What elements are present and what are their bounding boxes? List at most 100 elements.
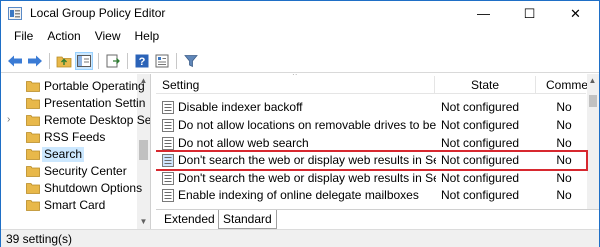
menu-view[interactable]: View bbox=[88, 26, 128, 47]
tree-item[interactable]: Shutdown Options bbox=[1, 180, 142, 197]
folder-icon bbox=[26, 166, 40, 177]
properties-icon bbox=[155, 54, 169, 68]
back-icon bbox=[8, 55, 22, 67]
toolbar-separator bbox=[98, 53, 99, 69]
setting-comment: No bbox=[556, 153, 572, 167]
setting-state: Not configured bbox=[441, 136, 520, 150]
tree-pane: ▲ ▼ Portable Operating Presentation Setti… bbox=[1, 74, 151, 229]
setting-name: Disable indexer backoff bbox=[178, 100, 303, 114]
toolbar-separator bbox=[176, 53, 177, 69]
maximize-icon: ☐ bbox=[523, 5, 536, 21]
column-divider[interactable] bbox=[535, 76, 536, 93]
menu-help[interactable]: Help bbox=[128, 26, 167, 47]
column-divider[interactable] bbox=[434, 76, 435, 93]
export-list-icon bbox=[106, 54, 120, 68]
tree-item-label: Smart Card bbox=[44, 198, 106, 212]
tab-extended[interactable]: Extended bbox=[160, 210, 219, 229]
policy-setting-icon bbox=[162, 189, 174, 202]
setting-state: Not configured bbox=[441, 188, 520, 202]
folder-icon bbox=[26, 81, 40, 92]
maximize-button[interactable]: ☐ bbox=[507, 1, 552, 26]
back-button[interactable] bbox=[6, 52, 24, 70]
export-list-button[interactable] bbox=[104, 52, 122, 70]
properties-button[interactable] bbox=[153, 52, 171, 70]
policy-setting-icon bbox=[162, 119, 174, 132]
help-button[interactable]: ? bbox=[133, 52, 151, 70]
forward-button[interactable] bbox=[26, 52, 44, 70]
setting-name: Do not allow locations on removable driv… bbox=[178, 118, 436, 132]
view-tabs: Extended Standard bbox=[156, 209, 599, 229]
list-scrollbar[interactable]: ▲ bbox=[587, 74, 599, 209]
table-row[interactable]: Do not allow locations on removable driv… bbox=[156, 117, 586, 134]
folder-icon bbox=[26, 115, 40, 126]
menu-file[interactable]: File bbox=[7, 26, 40, 47]
show-hide-tree-icon bbox=[77, 55, 91, 67]
tree-item-label: Remote Desktop Se bbox=[44, 113, 151, 127]
up-folder-button[interactable] bbox=[55, 52, 73, 70]
table-row[interactable]: Don't search the web or display web resu… bbox=[156, 170, 586, 187]
folder-icon bbox=[26, 132, 40, 143]
column-header-state[interactable]: State bbox=[465, 74, 535, 94]
tree-scroll-thumb[interactable] bbox=[139, 140, 148, 160]
toolbar-separator bbox=[49, 53, 50, 69]
scroll-down-arrow-icon[interactable]: ▼ bbox=[139, 217, 148, 227]
scroll-up-arrow-icon[interactable]: ▲ bbox=[588, 76, 597, 86]
tree-item[interactable]: Portable Operating bbox=[1, 78, 145, 95]
show-hide-tree-button[interactable] bbox=[75, 52, 93, 70]
table-row[interactable]: Disable indexer backoff Not configured No bbox=[156, 99, 586, 116]
table-row[interactable]: Enable indexing of online delegate mailb… bbox=[156, 187, 586, 204]
setting-name: Don't search the web or display web resu… bbox=[178, 153, 436, 167]
close-button[interactable]: ✕ bbox=[553, 1, 598, 26]
folder-icon bbox=[26, 183, 40, 194]
window-title: Local Group Policy Editor bbox=[30, 6, 166, 20]
setting-state: Not configured bbox=[441, 100, 520, 114]
status-bar: 39 setting(s) bbox=[1, 229, 599, 247]
folder-icon bbox=[26, 98, 40, 109]
tree-item[interactable]: Search bbox=[1, 146, 137, 163]
column-header-comment[interactable]: Comment bbox=[540, 74, 598, 94]
column-header-setting[interactable]: Setting bbox=[156, 74, 434, 94]
filter-icon bbox=[184, 55, 198, 68]
title-bar: Local Group Policy Editor — ☐ ✕ bbox=[1, 1, 599, 26]
tree-item[interactable]: Presentation Settin bbox=[1, 95, 145, 112]
setting-name: Don't search the web or display web resu… bbox=[178, 171, 436, 185]
tree-item[interactable]: Smart Card bbox=[1, 197, 137, 214]
setting-comment: No bbox=[556, 136, 572, 150]
settings-list: ⌃ Setting State Comment ▲ Disable indexe… bbox=[156, 74, 599, 209]
tree-item-label: Shutdown Options bbox=[44, 181, 143, 195]
setting-comment: No bbox=[556, 118, 572, 132]
tree-item[interactable]: RSS Feeds bbox=[1, 129, 137, 146]
minimize-button[interactable]: — bbox=[461, 1, 506, 26]
toolbar: ? bbox=[1, 49, 599, 73]
app-window: Local Group Policy Editor — ☐ ✕ File Act… bbox=[0, 0, 600, 247]
setting-comment: No bbox=[556, 171, 572, 185]
tree-item-label: RSS Feeds bbox=[44, 130, 106, 144]
tree-item-label: Presentation Settin bbox=[44, 96, 146, 110]
menu-action[interactable]: Action bbox=[40, 26, 87, 47]
setting-name: Enable indexing of online delegate mailb… bbox=[178, 188, 419, 202]
policy-setting-icon bbox=[162, 137, 174, 150]
tree-item-label: Security Center bbox=[44, 164, 127, 178]
table-row-highlighted[interactable]: Don't search the web or display web resu… bbox=[156, 150, 588, 171]
setting-state: Not configured bbox=[441, 171, 520, 185]
policy-editor-app-icon bbox=[8, 7, 22, 20]
filter-button[interactable] bbox=[182, 52, 200, 70]
setting-comment: No bbox=[556, 100, 572, 114]
minimize-icon: — bbox=[477, 6, 490, 21]
chevron-right-icon[interactable]: › bbox=[7, 114, 10, 125]
tree-item[interactable]: › Remote Desktop Se bbox=[1, 112, 150, 129]
policy-setting-icon bbox=[162, 101, 174, 114]
toolbar-separator bbox=[127, 53, 128, 69]
setting-comment: No bbox=[556, 188, 572, 202]
list-header: ⌃ Setting State Comment bbox=[156, 74, 598, 94]
policy-setting-icon bbox=[162, 154, 174, 167]
table-row[interactable]: Do not allow web search Not configured No bbox=[156, 135, 586, 152]
setting-state: Not configured bbox=[441, 118, 520, 132]
list-scroll-thumb[interactable] bbox=[589, 95, 597, 107]
tree-item[interactable]: Security Center bbox=[1, 163, 137, 180]
close-icon: ✕ bbox=[570, 5, 581, 21]
tab-standard[interactable]: Standard bbox=[218, 210, 277, 229]
tree-item-label: Portable Operating bbox=[44, 79, 145, 93]
menu-bar: File Action View Help bbox=[1, 26, 599, 47]
setting-name: Do not allow web search bbox=[178, 136, 309, 150]
